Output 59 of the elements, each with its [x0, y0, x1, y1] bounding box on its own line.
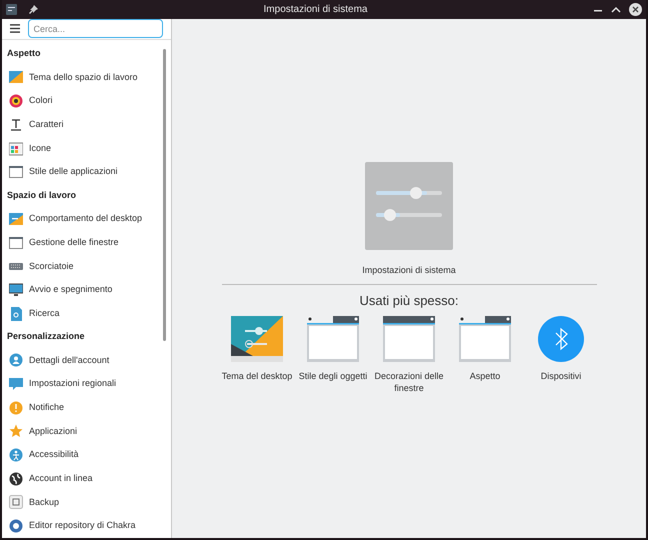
category-icon [9, 424, 23, 438]
category-icon [9, 94, 23, 108]
category-icon [9, 118, 23, 132]
sidebar-item[interactable]: Icone [2, 136, 171, 160]
frequent-item[interactable]: Stile degli oggetti [295, 314, 371, 394]
category-icon [9, 306, 23, 321]
section-header: Aspetto [6, 47, 42, 60]
frequent-item[interactable]: Tema del desktop [219, 314, 295, 394]
category-icon [9, 236, 23, 250]
section-header: Spazio di lavoro [6, 188, 78, 202]
app-icon[interactable] [6, 4, 17, 15]
menu-icon[interactable] [10, 24, 20, 34]
sidebar-item[interactable]: Notifiche [2, 396, 171, 420]
sidebar-item[interactable]: Colori [2, 89, 171, 113]
app-label: Impostazioni di sistema [362, 264, 456, 277]
search-field[interactable]: Cerca... [28, 19, 163, 38]
category-icon [9, 377, 23, 392]
sidebar-item[interactable]: Scorciatoie [2, 254, 171, 278]
category-icon [9, 472, 23, 486]
category-icon [9, 495, 23, 510]
sidebar-item[interactable]: Applicazioni [2, 420, 171, 444]
window-icon [307, 316, 359, 362]
sidebar-item[interactable]: Accessibilità [2, 443, 171, 467]
sidebar-item[interactable]: Backup [2, 490, 171, 514]
category-icon [9, 400, 23, 415]
sidebar-item[interactable]: Editor repository di Chakra [2, 514, 171, 538]
window-title: Impostazioni di sistema [264, 4, 368, 15]
bluetooth-icon [538, 316, 584, 362]
sidebar-item[interactable]: Ricerca [2, 302, 171, 326]
category-icon [9, 448, 23, 462]
sidebar-item[interactable]: Impostazioni regionali [2, 372, 171, 396]
sidebar-item[interactable]: Tema dello spazio di lavoro [2, 66, 171, 90]
window-icon [383, 316, 435, 362]
close-icon[interactable] [629, 3, 642, 16]
section-header: Personalizzazione [6, 330, 86, 344]
category-icon [9, 165, 23, 180]
sidebar-item[interactable]: Caratteri [2, 113, 171, 137]
sidebar-item[interactable]: Stile delle applicazioni [2, 160, 171, 184]
category-icon [9, 282, 23, 297]
frequent-item[interactable]: Dispositivi [523, 314, 599, 394]
desktop-theme-icon [231, 316, 283, 362]
section-heading: Usati più spesso: [360, 292, 458, 310]
sidebar-item[interactable]: Comportamento del desktop [2, 207, 171, 231]
window-icon [459, 316, 511, 362]
category-icon [9, 212, 23, 226]
sidebar-item[interactable]: Account in linea [2, 466, 171, 491]
category-icon [9, 519, 23, 534]
frequent-item[interactable]: Aspetto [447, 314, 523, 394]
sidebar-item[interactable]: Avvio e spegnimento [2, 278, 171, 302]
settings-sliders-icon [365, 162, 453, 250]
category-icon [9, 70, 23, 84]
scrollbar[interactable] [163, 49, 166, 341]
frequent-item[interactable]: Decorazioni delle finestre [371, 314, 447, 394]
maximize-icon[interactable] [611, 4, 621, 14]
sidebar-item[interactable]: Dettagli dell'account [2, 348, 171, 372]
pin-icon[interactable] [29, 5, 38, 14]
category-icon [9, 353, 23, 368]
sidebar-item[interactable]: Gestione delle finestre [2, 230, 171, 254]
category-icon [9, 142, 23, 156]
